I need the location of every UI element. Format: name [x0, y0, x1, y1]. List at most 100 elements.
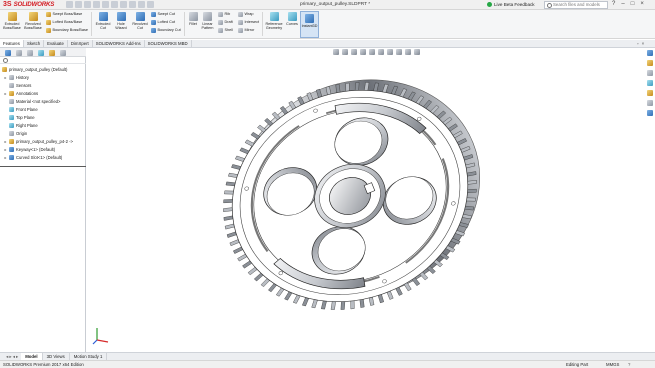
tab-evaluate[interactable]: Evaluate [44, 40, 68, 47]
hole-wizard-icon [116, 12, 126, 21]
unit-system-selector[interactable]: MMGS [606, 361, 619, 368]
mirror-button[interactable]: Mirror [238, 28, 254, 33]
new-file-icon[interactable] [75, 1, 82, 8]
tree-item-annotations[interactable]: ▸ Annotations [4, 89, 38, 97]
solidworks-logo[interactable]: 3S SOLIDWORKS [3, 1, 63, 9]
tree-item-material[interactable]: Material <not specified> [4, 97, 60, 105]
shell-button[interactable]: Shell [218, 28, 233, 33]
minimize-icon[interactable]: – [621, 1, 624, 8]
select-icon[interactable] [120, 1, 127, 8]
tab-mbd[interactable]: SOLIDWORKS MBD [145, 40, 192, 47]
rollback-bar[interactable] [0, 166, 86, 167]
wrap-icon [238, 12, 243, 17]
extruded-cut-button[interactable]: Extruded Cut [94, 12, 112, 30]
configuration-manager-icon[interactable] [27, 49, 33, 56]
lofted-cut-button[interactable]: Lofted Cut [151, 20, 175, 25]
tree-item-origin[interactable]: Origin [4, 129, 27, 137]
expand-arrow-icon[interactable]: ▸ [4, 75, 7, 80]
extruded-boss-button[interactable]: Extruded Boss/Base [3, 12, 21, 30]
revolved-boss-button[interactable]: Revolved Boss/Base [24, 12, 42, 30]
design-library-icon[interactable] [647, 60, 653, 66]
tree-filter[interactable] [0, 57, 86, 64]
tab-features[interactable]: Features [0, 40, 24, 47]
expand-arrow-icon[interactable]: ▸ [4, 155, 7, 160]
restore-view-icon[interactable]: ▫ [637, 41, 639, 46]
tab-dimxpert[interactable]: DimXpert [68, 40, 93, 47]
print-icon[interactable] [102, 1, 109, 8]
graphics-area[interactable] [87, 48, 655, 352]
tab-scroll-arrows-icon[interactable]: ◂ ▸ ◂ ▸ [3, 353, 21, 360]
axis-triad [92, 328, 109, 345]
tree-item-top-plane[interactable]: Top Plane [4, 113, 35, 121]
instant3d-button[interactable]: Instant3D [300, 11, 319, 38]
forum-icon[interactable] [647, 110, 653, 116]
intersect-button[interactable]: Intersect [238, 20, 259, 25]
tree-item-curved-slot[interactable]: ▸ Curved Slot<1> (Default) [4, 153, 62, 161]
tree-item-sensors[interactable]: Sensors [4, 81, 31, 89]
file-properties-icon[interactable] [138, 1, 145, 8]
fillet-button[interactable]: Fillet [187, 12, 199, 26]
feature-tree-icon[interactable] [5, 49, 11, 56]
boundary-cut-button[interactable]: Boundary Cut [151, 28, 181, 33]
boundary-boss-icon [46, 28, 51, 33]
solidworks-resources-icon[interactable] [647, 50, 653, 56]
close-icon[interactable]: × [640, 1, 644, 8]
swept-cut-button[interactable]: Swept Cut [151, 12, 175, 17]
feature-manager-tabs [0, 48, 86, 57]
property-manager-icon[interactable] [16, 49, 22, 56]
graphics-window-controls: ▫ × [637, 41, 644, 46]
close-view-icon[interactable]: × [642, 41, 645, 46]
rib-button[interactable]: Rib [218, 12, 230, 17]
mirror-label: Mirror [244, 28, 255, 32]
tree-item-right-plane[interactable]: Right Plane [4, 121, 38, 129]
expand-panel-icon[interactable] [60, 49, 66, 56]
lofted-boss-button[interactable]: Lofted Boss/Base [46, 20, 82, 25]
home-icon[interactable] [66, 1, 73, 8]
boundary-boss-button[interactable]: Boundary Boss/Base [46, 28, 88, 33]
tab-addins[interactable]: SOLIDWORKS Add-Ins [93, 40, 145, 47]
expand-arrow-icon[interactable]: ▸ [4, 139, 7, 144]
linear-pattern-icon [203, 12, 212, 21]
reference-geometry-button[interactable]: Reference Geometry [264, 12, 284, 30]
tree-item-base-part[interactable]: ▸ primary_output_pulley_p4-2 -> [4, 137, 73, 145]
file-explorer-icon[interactable] [647, 70, 653, 76]
gear-model[interactable] [87, 48, 655, 352]
linear-pattern-button[interactable]: Linear Pattern [200, 12, 215, 30]
swept-boss-icon [46, 12, 51, 17]
tree-item-front-plane[interactable]: Front Plane [4, 105, 38, 113]
dimxpert-manager-icon[interactable] [38, 49, 44, 56]
swept-boss-button[interactable]: Swept Boss/Base [46, 12, 82, 17]
view-palette-icon[interactable] [647, 80, 653, 86]
revolved-boss-label: Revolved Boss/Base [24, 22, 42, 30]
tab-sketch[interactable]: Sketch [24, 40, 45, 47]
tab-3d-views[interactable]: 3D Views [43, 353, 70, 360]
draft-button[interactable]: Draft [218, 20, 233, 25]
expand-arrow-icon[interactable]: ▸ [4, 147, 7, 152]
wrap-button[interactable]: Wrap [238, 12, 254, 17]
tab-motion-study[interactable]: Motion Study 1 [70, 353, 108, 360]
live-feedback-button[interactable]: Live Beta Feedback [487, 1, 535, 7]
open-file-icon[interactable] [84, 1, 91, 8]
maximize-icon[interactable]: □ [631, 1, 635, 8]
help-icon[interactable]: ? [612, 1, 615, 8]
revolved-cut-button[interactable]: Revolved Cut [131, 12, 149, 30]
rebuild-icon[interactable] [129, 1, 136, 8]
curves-button[interactable]: Curves [285, 12, 299, 26]
save-icon[interactable] [93, 1, 100, 8]
hole-wizard-button[interactable]: Hole Wizard [113, 12, 129, 30]
appearances-icon[interactable] [647, 90, 653, 96]
tree-item-label: primary_output_pulley_p4-2 -> [16, 138, 73, 144]
options-icon[interactable] [147, 1, 154, 8]
display-manager-icon[interactable] [49, 49, 55, 56]
help-status-icon[interactable]: ? [628, 361, 630, 368]
search-input[interactable]: Search files and models [544, 1, 608, 9]
tree-item-keyway[interactable]: ▸ Keyway<1> (Default) [4, 145, 55, 153]
tree-root[interactable]: primary_output_pulley (Default) [2, 65, 67, 73]
custom-properties-icon[interactable] [647, 100, 653, 106]
library-feature-icon [9, 146, 14, 152]
undo-icon[interactable] [111, 1, 118, 8]
tab-model[interactable]: Model [21, 353, 43, 360]
revolved-cut-label: Revolved Cut [132, 22, 148, 30]
tree-item-history[interactable]: ▸ History [4, 73, 29, 81]
expand-arrow-icon[interactable]: ▸ [4, 91, 7, 96]
